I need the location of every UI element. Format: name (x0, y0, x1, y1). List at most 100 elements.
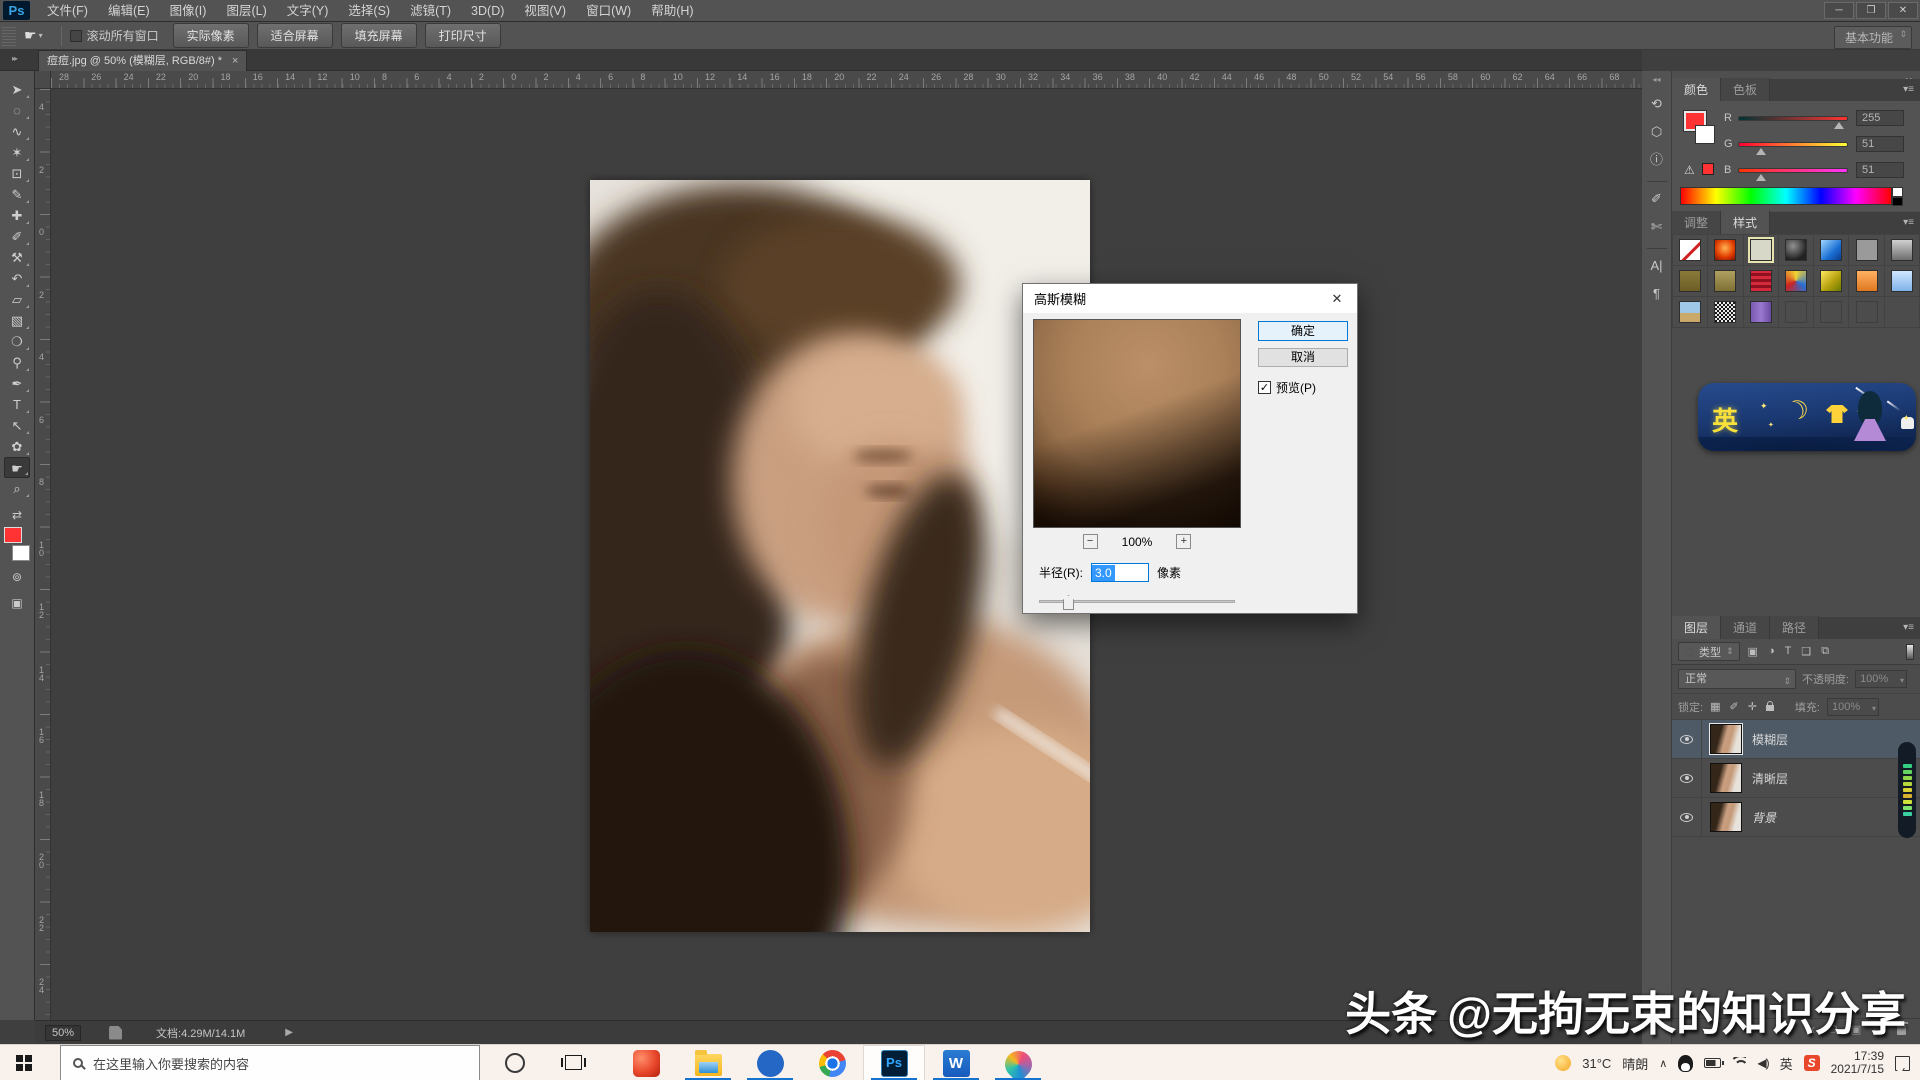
weather-sun-icon[interactable] (1555, 1055, 1571, 1071)
options-button[interactable]: 实际像素 (173, 23, 249, 48)
layer-filter-icon[interactable]: ◑ (1768, 645, 1775, 658)
menu-item[interactable]: 选择(S) (339, 0, 399, 22)
document-tab[interactable]: 痘痘.jpg @ 50% (模糊层, RGB/8#) * × (38, 50, 247, 71)
tab-色板[interactable]: 色板 (1721, 78, 1770, 101)
slider-thumb[interactable] (1756, 148, 1766, 155)
background-swatch[interactable] (12, 545, 30, 561)
zoom-in-button[interactable]: + (1176, 534, 1191, 549)
tab-调整[interactable]: 调整 (1672, 211, 1721, 234)
style-swatch[interactable] (1849, 235, 1883, 265)
taskbar-app-paint-3d[interactable] (987, 1045, 1049, 1080)
minimize-button[interactable]: ─ (1824, 2, 1854, 19)
menu-item[interactable]: 图像(I) (161, 0, 216, 22)
crop-tool[interactable]: ⊡ (4, 163, 30, 184)
dodge-tool[interactable]: ⚲ (4, 352, 30, 373)
tab-样式[interactable]: 样式 (1721, 211, 1770, 234)
taskbar-clock[interactable]: 17:39 2021/7/15 (1831, 1050, 1884, 1076)
lock-type-icon[interactable]: ▦ (1710, 700, 1720, 713)
layer-thumbnail[interactable] (1710, 802, 1742, 832)
delete-layer-icon[interactable] (1897, 1025, 1906, 1035)
style-swatch[interactable] (1814, 297, 1848, 327)
zoom-out-button[interactable]: − (1083, 534, 1098, 549)
style-swatch[interactable] (1885, 266, 1919, 296)
spectrum-black-swatch[interactable] (1892, 197, 1903, 206)
visibility-cell[interactable] (1672, 720, 1702, 758)
channel-value[interactable]: 255 (1856, 110, 1904, 126)
style-swatch[interactable] (1849, 297, 1883, 327)
eye-icon[interactable] (1680, 774, 1693, 783)
ime-ad-banner[interactable]: 英 ✦ ✦ ☽ ★ ✦ (1698, 383, 1916, 451)
channel-slider[interactable] (1738, 116, 1848, 121)
status-arrow-icon[interactable]: ▶ (285, 1027, 293, 1038)
history-panel-icon[interactable]: ⟲ (1645, 92, 1669, 116)
chevron-down-icon[interactable]: ▾ (39, 31, 43, 40)
layer-filter-icon[interactable]: T (1785, 645, 1792, 658)
layer-row[interactable]: 模糊层 (1672, 720, 1920, 759)
blend-mode-dropdown[interactable]: 正常 (1678, 669, 1796, 689)
layer-filter-icon[interactable]: ▣ (1748, 645, 1758, 658)
taskbar-app-office[interactable] (615, 1045, 677, 1080)
menu-item[interactable]: 文字(Y) (278, 0, 338, 22)
style-swatch[interactable] (1708, 266, 1742, 296)
tab-颜色[interactable]: 颜色 (1672, 78, 1721, 101)
custom-shape-tool[interactable]: ✿ (4, 436, 30, 457)
start-button[interactable] (0, 1045, 48, 1080)
visibility-cell[interactable] (1672, 798, 1702, 836)
eyedropper-tool[interactable]: ✎ (4, 184, 30, 205)
tab-图层[interactable]: 图层 (1672, 616, 1721, 639)
zoom-tool[interactable]: ⌕ (4, 478, 30, 499)
eye-icon[interactable] (1680, 735, 1693, 744)
ok-button[interactable]: 确定 (1258, 321, 1348, 341)
dialog-close-icon[interactable]: ✕ (1317, 284, 1357, 313)
style-swatch[interactable] (1814, 266, 1848, 296)
menu-item[interactable]: 视图(V) (515, 0, 575, 22)
options-button[interactable]: 打印尺寸 (425, 23, 501, 48)
brush-tool[interactable]: ✐ (4, 226, 30, 247)
notification-center-icon[interactable] (1895, 1056, 1910, 1071)
info-panel-icon[interactable]: ⓘ (1645, 148, 1669, 172)
quick-mask-icon[interactable]: ⊚ (4, 567, 30, 587)
tab-通道[interactable]: 通道 (1721, 616, 1770, 639)
dialog-title-bar[interactable]: 高斯模糊 ✕ (1023, 284, 1357, 313)
style-swatch[interactable] (1708, 297, 1742, 327)
blur-preview-image[interactable] (1033, 319, 1241, 528)
taskbar-app-word[interactable]: W (925, 1045, 987, 1080)
menu-item[interactable]: 文件(F) (38, 0, 97, 22)
healing-brush-tool[interactable]: ✚ (4, 205, 30, 226)
style-swatch[interactable] (1673, 266, 1707, 296)
sogou-icon[interactable]: S (1804, 1055, 1820, 1071)
channel-value[interactable]: 51 (1856, 136, 1904, 152)
speaker-icon[interactable]: ◀) (1757, 1056, 1768, 1070)
slider-thumb[interactable] (1063, 595, 1074, 610)
preview-checkbox[interactable]: ✓ (1258, 381, 1271, 394)
type-tool[interactable]: T (4, 394, 30, 415)
move-tool[interactable]: ➤ (4, 79, 30, 100)
layer-filter-icon[interactable]: ❑ (1801, 645, 1811, 658)
pen-tool[interactable]: ✒ (4, 373, 30, 394)
slider-thumb[interactable] (1834, 122, 1844, 129)
menu-item[interactable]: 滤镜(T) (401, 0, 460, 22)
status-zoom-level[interactable]: 50% (45, 1025, 81, 1041)
character-panel-icon[interactable]: A| (1645, 254, 1669, 278)
panel-menu-icon[interactable]: ▾≡ (1903, 622, 1914, 633)
gradient-tool[interactable]: ▧ (4, 310, 30, 331)
menu-item[interactable]: 窗口(W) (577, 0, 640, 22)
layers-footer-icon[interactable]: fx (1806, 1024, 1815, 1036)
layers-footer-icon[interactable]: ⚭ (1784, 1023, 1793, 1036)
channel-slider[interactable] (1738, 142, 1848, 147)
taskbar-app-sogou-browser[interactable] (739, 1045, 801, 1080)
layers-footer-icon[interactable]: ❏ (1874, 1023, 1884, 1036)
style-swatch[interactable] (1885, 235, 1919, 265)
history-brush-tool[interactable]: ↶ (4, 268, 30, 289)
magic-wand-tool[interactable]: ✶ (4, 142, 30, 163)
path-select-tool[interactable]: ↖ (4, 415, 30, 436)
layer-filter-type-dropdown[interactable]: 类型 ⇕ (1678, 642, 1740, 661)
scroll-all-windows-checkbox[interactable] (70, 30, 82, 42)
style-swatch[interactable] (1744, 297, 1778, 327)
lock-type-icon[interactable]: ✐ (1729, 700, 1738, 713)
background-color-swatch[interactable] (1695, 125, 1715, 144)
close-button[interactable]: ✕ (1888, 2, 1918, 19)
task-view-icon[interactable] (565, 1055, 582, 1070)
input-method-indicator[interactable]: 英 (1780, 1054, 1793, 1073)
lock-icon[interactable] (1766, 705, 1774, 711)
